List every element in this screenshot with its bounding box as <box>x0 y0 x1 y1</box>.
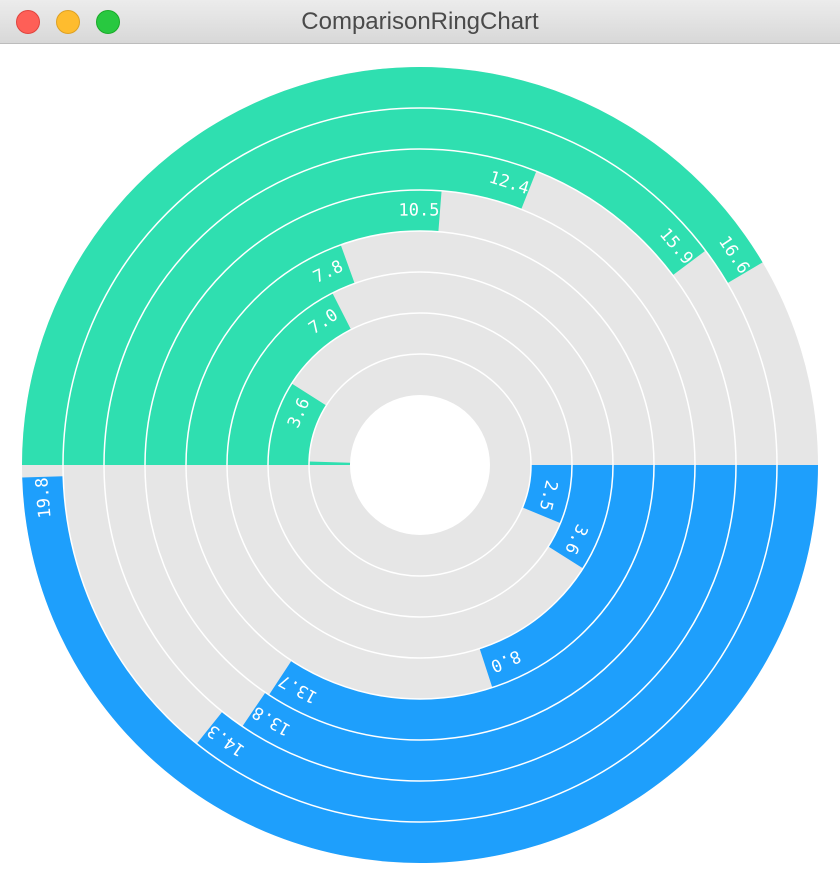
chart-area: 3.6 7.0 7.8 10.5 12.4 15.9 16.6 2.5 3.6 8.0 13.7 13… <box>0 44 840 884</box>
bottom-series-label-6: 19.8 <box>32 477 55 520</box>
app-window: ComparisonRingChart 3.6 7.0 7.8 10.5 12.4 15.… <box>0 0 840 884</box>
title-bar: ComparisonRingChart <box>0 0 840 44</box>
comparison-ring-chart: 3.67.07.810.512.415.9 16.62.53.68.013.713… <box>22 67 818 864</box>
top-series-label-4: 10.5 <box>398 200 439 220</box>
window-title: ComparisonRingChart <box>301 8 539 35</box>
